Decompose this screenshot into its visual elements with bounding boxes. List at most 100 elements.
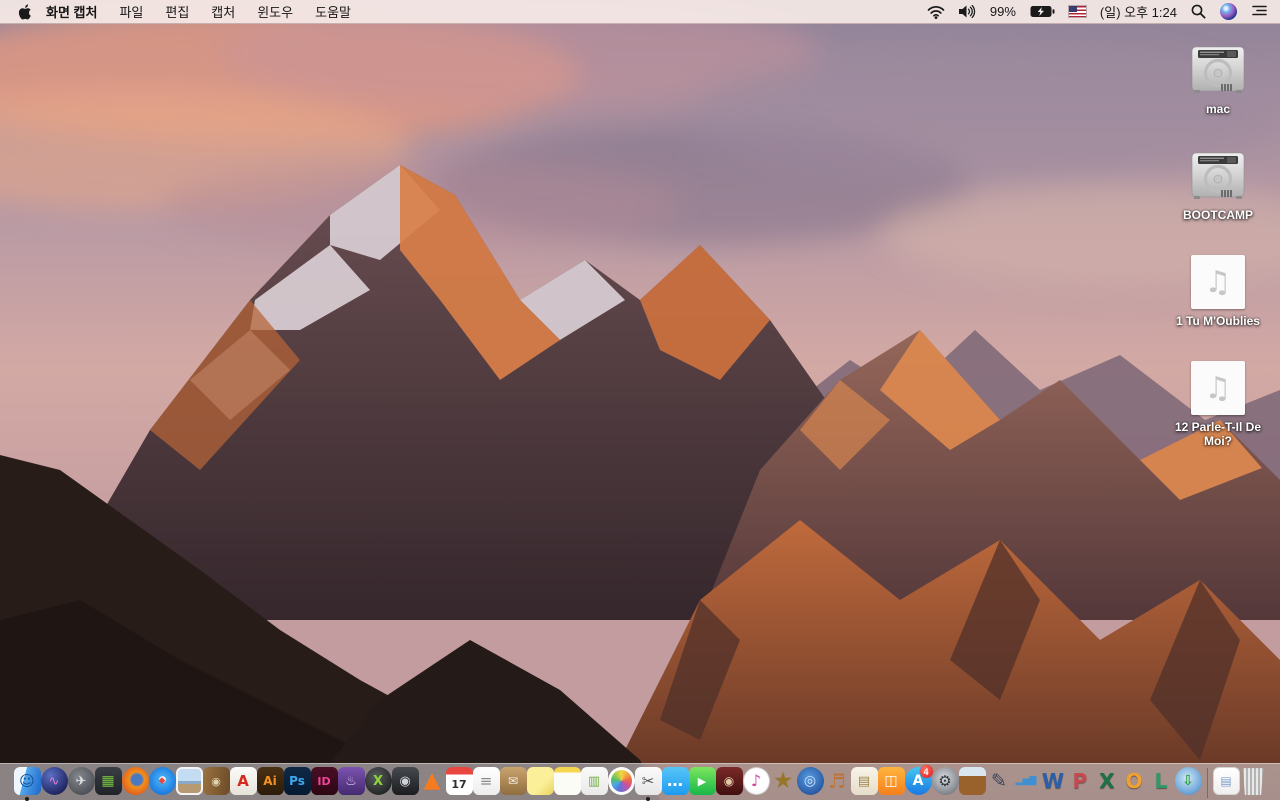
stickies-icon: [527, 767, 554, 795]
dock-item-photo-booth[interactable]: ◉: [716, 767, 743, 801]
menu-window[interactable]: 윈도우: [257, 2, 293, 21]
desktop-icon-label: mac: [1206, 102, 1230, 116]
menu-bar: 화면 캡처 파일 편집 캡처 윈도우 도움말: [0, 0, 1280, 24]
dock-item-disk-tool-app[interactable]: ◉: [392, 767, 419, 801]
dock-item-templates-app[interactable]: ▥: [581, 767, 608, 801]
dock-item-pages[interactable]: ✎: [986, 767, 1013, 801]
dock-item-numbers[interactable]: ▂▅▇: [1013, 767, 1040, 801]
desktop-icon-label: 1 Tu M'Oublies: [1176, 314, 1260, 328]
dock-item-photos[interactable]: [608, 767, 635, 801]
desktop-icon-1-tu-m-oublies[interactable]: ♫1 Tu M'Oublies: [1176, 254, 1260, 328]
menu-capture[interactable]: 캡처: [211, 2, 235, 21]
ms-word-icon: W: [1040, 767, 1067, 795]
messages-icon: …: [662, 767, 689, 795]
dock-item-ms-excel[interactable]: X: [1094, 767, 1121, 801]
dock-item-firefox[interactable]: [122, 767, 149, 801]
dock-item-siri[interactable]: ∿: [41, 767, 68, 801]
ms-lync-glyph: L: [1155, 771, 1168, 791]
dock-item-mission-control[interactable]: ▦: [95, 767, 122, 801]
dock-item-ms-lync[interactable]: L: [1148, 767, 1175, 801]
system-preferences-glyph: ⚙: [938, 774, 951, 789]
safari-icon: ◆: [149, 767, 176, 795]
desktop-icon-mac[interactable]: mac: [1191, 42, 1245, 116]
dock-item-facetime[interactable]: ▶: [689, 767, 716, 801]
downloader-globe-glyph: ⇩: [1182, 774, 1194, 788]
trash-full-icon: [1240, 767, 1267, 795]
dock-item-clippings-app[interactable]: ▤: [851, 767, 878, 801]
notification-center-icon[interactable]: [1251, 4, 1268, 19]
dock-item-archive-box-app[interactable]: ✉: [500, 767, 527, 801]
dock-item-screen-capture-grab[interactable]: ✂: [635, 767, 662, 801]
dock-item-dvd-video-app[interactable]: ◎: [797, 767, 824, 801]
templates-app-icon: ▥: [581, 767, 608, 795]
menu-bar-status: 99% (일) 오후 1:24: [927, 2, 1268, 21]
siri-icon[interactable]: [1220, 3, 1237, 20]
dock-item-reminders[interactable]: ≡: [473, 767, 500, 801]
menu-help[interactable]: 도움말: [315, 2, 351, 21]
dock-item-ms-powerpoint[interactable]: P: [1067, 767, 1094, 801]
dock-item-indesign[interactable]: ID: [311, 767, 338, 801]
dock-item-messages[interactable]: …: [662, 767, 689, 801]
us-flag-input-icon[interactable]: [1069, 6, 1086, 17]
dock-item-launchpad[interactable]: ✈: [68, 767, 95, 801]
dock-item-ms-outlook[interactable]: O: [1121, 767, 1148, 801]
spotlight-icon[interactable]: [1191, 4, 1206, 19]
dock-item-stickies[interactable]: [527, 767, 554, 801]
audio-file-icon: ♫: [1191, 360, 1245, 416]
dock-item-x-media-app[interactable]: X: [365, 767, 392, 801]
apple-menu-icon[interactable]: [12, 4, 46, 20]
menu-bar-clock[interactable]: (일) 오후 1:24: [1100, 2, 1177, 21]
battery-charging-icon[interactable]: [1030, 5, 1055, 18]
x-media-app-glyph: X: [373, 775, 383, 788]
dock-item-app-store[interactable]: A4: [905, 767, 932, 801]
dock-item-keynote[interactable]: [959, 767, 986, 801]
dock-item-imovie-star[interactable]: ★: [770, 767, 797, 801]
menu-file[interactable]: 파일: [119, 2, 143, 21]
volume-icon[interactable]: [959, 5, 976, 18]
document-file-icon: ▤: [1213, 767, 1240, 795]
dvd-video-app-icon: ◎: [797, 767, 824, 795]
reminders-icon: ≡: [473, 767, 500, 795]
desktop-icon-12-parle-t-il-de-moi-[interactable]: ♫12 Parle-T-Il De Moi?: [1166, 360, 1270, 448]
dock-item-vlc[interactable]: ▲: [419, 767, 446, 801]
dock-item-garageband[interactable]: ♬: [824, 767, 851, 801]
dock-item-document-file[interactable]: ▤: [1213, 767, 1240, 801]
menu-edit[interactable]: 편집: [165, 2, 189, 21]
ms-outlook-glyph: O: [1125, 771, 1142, 791]
calendar-glyph: 17: [451, 772, 466, 790]
dock-item-contacts[interactable]: ◉: [203, 767, 230, 801]
indesign-glyph: ID: [317, 776, 330, 787]
dock-item-trash-full[interactable]: [1240, 767, 1267, 801]
dock-item-itunes[interactable]: ♪: [743, 767, 770, 801]
dvd-video-app-glyph: ◎: [804, 774, 816, 788]
dock-item-toast-burner[interactable]: ♨: [338, 767, 365, 801]
app-menu-title[interactable]: 화면 캡처: [46, 2, 97, 21]
dock-item-ibooks[interactable]: ◫: [878, 767, 905, 801]
dock-divider: [1207, 768, 1208, 798]
photo-booth-glyph: ◉: [724, 775, 734, 787]
dock-item-photoshop[interactable]: Ps: [284, 767, 311, 801]
dock-item-preview[interactable]: [176, 767, 203, 801]
desktop-icon-bootcamp[interactable]: BOOTCAMP: [1183, 148, 1253, 222]
itunes-glyph: ♪: [751, 773, 761, 789]
running-indicator-dot: [25, 797, 29, 801]
dock-item-system-preferences[interactable]: ⚙: [932, 767, 959, 801]
dock-item-illustrator[interactable]: Ai: [257, 767, 284, 801]
dock-item-ms-word[interactable]: W: [1040, 767, 1067, 801]
dock-item-calendar[interactable]: 17: [446, 767, 473, 801]
ibooks-glyph: ◫: [884, 774, 897, 788]
indesign-icon: ID: [311, 767, 338, 795]
firefox-icon: [122, 767, 149, 795]
x-media-app-icon: X: [365, 767, 392, 795]
wifi-icon[interactable]: [927, 5, 945, 19]
clippings-app-glyph: ▤: [858, 775, 870, 788]
preview-icon: [176, 767, 203, 795]
launchpad-glyph: ✈: [76, 775, 87, 788]
hard-drive-icon: [1191, 148, 1245, 204]
finder-icon: ☺: [14, 767, 41, 795]
dock-item-notes[interactable]: [554, 767, 581, 801]
dock-item-safari[interactable]: ◆: [149, 767, 176, 801]
dock-item-downloader-globe[interactable]: ⇩: [1175, 767, 1202, 801]
dock-item-acrobat-reader[interactable]: A: [230, 767, 257, 801]
dock-item-finder[interactable]: ☺: [14, 767, 41, 801]
